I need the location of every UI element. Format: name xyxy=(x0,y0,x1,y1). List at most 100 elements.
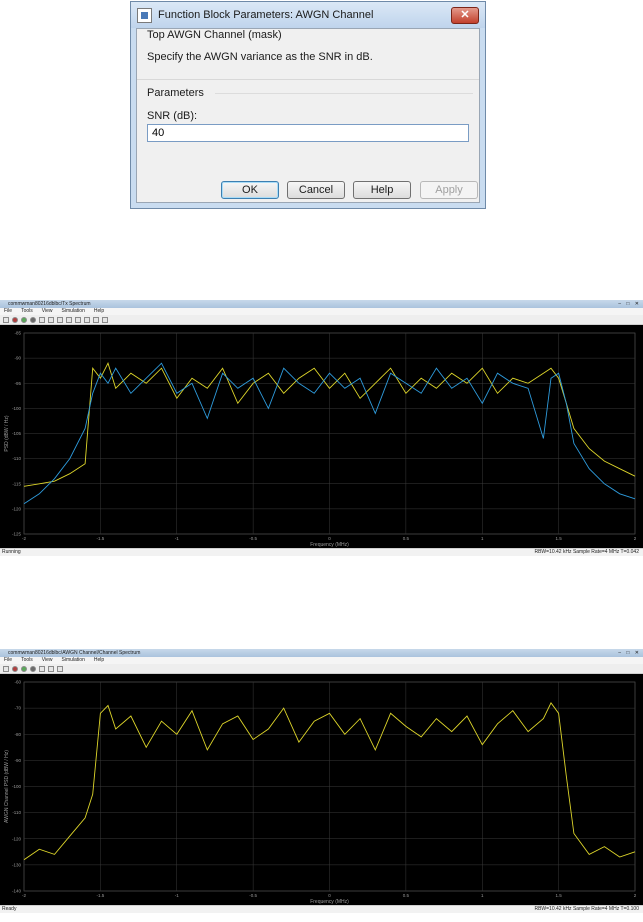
autoscale-icon[interactable] xyxy=(57,665,63,672)
snr-input[interactable]: 40 xyxy=(147,124,469,142)
channel-spectrum-chart: -2 -1.5 -1 -0.5 0 0.5 1 1.5 2 -60 -70 -80 -90 -100 -11… xyxy=(4,680,637,906)
stop-icon[interactable] xyxy=(30,316,36,323)
simulink-block-icon xyxy=(137,7,152,23)
menu-file[interactable]: File xyxy=(4,657,12,664)
menu-help[interactable]: Help xyxy=(94,657,104,664)
window-controls[interactable]: – □ ✕ xyxy=(618,300,641,308)
stop-icon[interactable] xyxy=(30,665,36,672)
x-tick-label: -1.5 xyxy=(96,893,104,898)
autoscale-icon[interactable] xyxy=(57,316,63,323)
y-tick-label: -120 xyxy=(12,836,22,841)
menu-view[interactable]: View xyxy=(42,657,53,664)
apply-button[interactable]: Apply xyxy=(420,181,478,199)
x-tick-label: -0.5 xyxy=(249,893,257,898)
menu-file[interactable]: File xyxy=(4,308,12,315)
y-tick-label: -105 xyxy=(12,431,22,436)
scope-title: commwman80216dblbc/AWGN Channel/Channel … xyxy=(8,650,141,656)
step-back-icon[interactable] xyxy=(12,665,18,672)
cursor-icon[interactable] xyxy=(75,316,81,323)
highlight-icon[interactable] xyxy=(39,316,45,323)
settings-icon[interactable] xyxy=(3,665,9,672)
step-back-icon[interactable] xyxy=(12,316,18,323)
channel-spectrum-window: commwman80216dblbc/AWGN Channel/Channel … xyxy=(0,649,643,913)
zoom-icon[interactable] xyxy=(48,316,54,323)
y-tick-label: -125 xyxy=(12,532,22,537)
tx-spectrum-window: commwman80216dblbc/Tx Spectrum – □ ✕ Fil… xyxy=(0,300,643,556)
menu-view[interactable]: View xyxy=(42,308,53,315)
x-tick-label: 0.5 xyxy=(403,536,410,541)
x-tick-label: -1 xyxy=(175,893,179,898)
channel-icon[interactable] xyxy=(93,316,99,323)
scope-toolbar xyxy=(0,664,643,706)
spectrum-plot-area[interactable]: -2 -1.5 -1 -0.5 0 0.5 1 1.5 2 -85 -90 -95 -100 -105 -1… xyxy=(0,325,643,548)
x-tick-label: 1.5 xyxy=(555,536,562,541)
y-tick-label: -110 xyxy=(12,456,21,461)
x-tick-label: 0 xyxy=(328,893,331,898)
y-tick-label: -85 xyxy=(14,331,21,336)
dialog-title: Function Block Parameters: AWGN Channel xyxy=(158,9,374,21)
x-tick-label: -2 xyxy=(22,893,26,898)
y-tick-label: -110 xyxy=(12,810,21,815)
x-tick-label: 1.5 xyxy=(555,893,562,898)
y-axis-label: AWGN Channel PSD (dBW / Hz) xyxy=(4,750,10,823)
y-tick-label: -100 xyxy=(12,406,22,411)
scope-menubar: File Tools View Simulation Help xyxy=(0,657,643,664)
run-icon[interactable] xyxy=(21,665,27,672)
y-tick-label: -100 xyxy=(12,784,22,789)
stats-icon[interactable] xyxy=(102,316,108,323)
scope-statusbar: Ready RBW=10.42 kHz Sample Rate=4 MHz T=… xyxy=(0,905,643,913)
status-right: RBW=10.42 kHz Sample Rate=4 MHz T=0.042 xyxy=(534,549,639,555)
awgn-parameters-dialog: Function Block Parameters: AWGN Channel … xyxy=(130,1,486,209)
menu-tools[interactable]: Tools xyxy=(21,657,33,664)
x-tick-label: -1 xyxy=(175,536,179,541)
spectrum-plot-area[interactable]: -2 -1.5 -1 -0.5 0 0.5 1 1.5 2 -60 -70 -80 -90 -100 -11… xyxy=(0,674,643,905)
close-button[interactable]: ✕ xyxy=(451,7,479,24)
x-tick-label: 2 xyxy=(634,893,637,898)
status-left: Ready xyxy=(2,906,17,912)
scope-toolbar xyxy=(0,315,643,357)
snr-label: SNR (dB): xyxy=(147,110,198,122)
cancel-button[interactable]: Cancel xyxy=(287,181,345,199)
menu-tools[interactable]: Tools xyxy=(21,308,33,315)
scope-titlebar[interactable]: commwman80216dblbc/Tx Spectrum – □ ✕ xyxy=(0,300,643,308)
window-controls[interactable]: – □ ✕ xyxy=(618,649,641,657)
x-tick-label: 0 xyxy=(328,536,331,541)
peak-finder-icon[interactable] xyxy=(84,316,90,323)
status-right: RBW=10.42 kHz Sample Rate=4 MHz T=0.100 xyxy=(534,906,639,912)
menu-help[interactable]: Help xyxy=(94,308,104,315)
y-tick-label: -115 xyxy=(12,481,21,486)
help-button[interactable]: Help xyxy=(353,181,411,199)
tx-spectrum-chart: -2 -1.5 -1 -0.5 0 0.5 1 1.5 2 -85 -90 -95 -100 -105 -1… xyxy=(4,331,637,549)
settings-icon[interactable] xyxy=(3,316,9,323)
y-tick-label: -80 xyxy=(14,732,21,737)
parameters-group-line xyxy=(215,93,473,94)
y-tick-label: -95 xyxy=(14,381,21,386)
run-icon[interactable] xyxy=(21,316,27,323)
parameters-heading: Parameters xyxy=(147,87,204,99)
scope-statusbar: Running RBW=10.42 kHz Sample Rate=4 MHz … xyxy=(0,548,643,556)
mask-title: Top AWGN Channel (mask) xyxy=(147,29,282,41)
scope-menubar: File Tools View Simulation Help xyxy=(0,308,643,315)
x-tick-label: -0.5 xyxy=(249,536,257,541)
y-tick-label: -90 xyxy=(14,356,21,361)
x-tick-label: -2 xyxy=(22,536,26,541)
ok-button[interactable]: OK xyxy=(221,181,279,199)
zoom-icon[interactable] xyxy=(48,665,54,672)
y-tick-label: -90 xyxy=(14,758,21,763)
status-left: Running xyxy=(2,549,21,555)
y-tick-label: -130 xyxy=(12,862,22,867)
dialog-titlebar[interactable]: Function Block Parameters: AWGN Channel … xyxy=(131,2,485,28)
x-tick-label: -1.5 xyxy=(96,536,104,541)
x-tick-label: 1 xyxy=(481,536,484,541)
menu-simulation[interactable]: Simulation xyxy=(62,657,85,664)
menu-simulation[interactable]: Simulation xyxy=(62,308,85,315)
x-tick-label: 1 xyxy=(481,893,484,898)
section-divider xyxy=(137,79,479,80)
y-axis-label: PSD (dBW / Hz) xyxy=(4,415,10,451)
measurement-icon[interactable] xyxy=(66,316,72,323)
scope-titlebar[interactable]: commwman80216dblbc/AWGN Channel/Channel … xyxy=(0,649,643,657)
highlight-icon[interactable] xyxy=(39,665,45,672)
y-tick-label: -60 xyxy=(14,680,21,685)
mask-description: Specify the AWGN variance as the SNR in … xyxy=(147,51,373,63)
x-tick-label: 2 xyxy=(634,536,637,541)
